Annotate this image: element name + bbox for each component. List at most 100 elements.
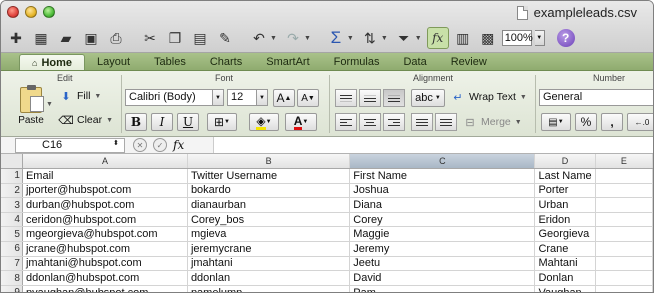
cell[interactable]: jporter@hubspot.com [22, 183, 188, 199]
percent-style-button[interactable]: % [575, 113, 597, 131]
cell[interactable]: Eridon [534, 212, 596, 228]
row-header[interactable]: 4 [1, 212, 23, 228]
tab-formulas[interactable]: Formulas [322, 54, 392, 70]
column-header-a[interactable]: A [22, 154, 188, 170]
cell[interactable]: Last Name [534, 168, 596, 184]
cell[interactable]: pvaughan@hubspot.com [22, 285, 188, 292]
row-header[interactable]: 3 [1, 197, 23, 213]
autosum-dropdown-icon[interactable]: ▼ [347, 35, 354, 42]
tab-data[interactable]: Data [391, 54, 438, 70]
fill-color-button[interactable]: ◈ ▼ [249, 113, 279, 131]
tab-charts[interactable]: Charts [198, 54, 254, 70]
zoom-window-button[interactable] [43, 6, 55, 18]
cell[interactable] [595, 256, 653, 272]
minimize-window-button[interactable] [25, 6, 37, 18]
row-header[interactable]: 6 [1, 241, 23, 257]
cell[interactable]: dianaurban [187, 197, 351, 213]
tab-review[interactable]: Review [439, 54, 499, 70]
font-name-field[interactable]: Calibri (Body) [125, 89, 213, 106]
column-header-d[interactable]: D [534, 154, 596, 170]
cell[interactable]: Urban [534, 197, 596, 213]
cell[interactable]: Corey_bos [187, 212, 351, 228]
name-box-stepper-icon[interactable]: ⬍ [113, 139, 119, 147]
align-center-button[interactable] [359, 113, 381, 131]
select-all-corner[interactable] [1, 154, 23, 170]
close-window-button[interactable] [7, 6, 19, 18]
font-color-button[interactable]: A ▼ [285, 113, 317, 131]
autosum-icon[interactable]: Σ [325, 27, 347, 49]
align-bottom-button[interactable] [383, 89, 405, 107]
comma-style-button[interactable]: , [601, 113, 623, 131]
cancel-entry-icon[interactable]: ✕ [133, 138, 147, 152]
cell[interactable]: Vaughan [534, 285, 596, 292]
row-header[interactable]: 5 [1, 226, 23, 243]
cell[interactable] [595, 226, 653, 243]
filter-dropdown-icon[interactable]: ▼ [415, 35, 422, 42]
cell[interactable]: Donlan [534, 270, 596, 286]
formula-input[interactable] [213, 137, 653, 153]
cut-icon[interactable]: ✂ [139, 27, 161, 49]
cell[interactable] [595, 168, 653, 184]
cell[interactable]: ddonlan [187, 270, 351, 286]
undo-icon[interactable]: ↶ [248, 27, 270, 49]
cell[interactable]: Maggie [349, 226, 536, 243]
cell[interactable]: Crane [534, 241, 596, 257]
italic-button[interactable]: I [151, 113, 173, 131]
print-icon[interactable]: ⎙ [105, 27, 127, 49]
tab-tables[interactable]: Tables [142, 54, 198, 70]
tab-smartart[interactable]: SmartArt [254, 54, 321, 70]
cell[interactable]: durban@hubspot.com [22, 197, 188, 213]
sort-dropdown-icon[interactable]: ▼ [381, 35, 388, 42]
gallery-icon[interactable]: ▥ [452, 27, 474, 49]
new-workbook-icon[interactable]: ✚ [5, 27, 27, 49]
cell[interactable]: jcrane@hubspot.com [22, 241, 188, 257]
cell[interactable]: Email [22, 168, 188, 184]
cell[interactable]: jeremycrane [187, 241, 351, 257]
open-folder-icon[interactable]: ▰ [55, 27, 77, 49]
font-name-dropdown-icon[interactable]: ▼ [212, 89, 224, 106]
cell[interactable]: Georgieva [534, 226, 596, 243]
filter-icon[interactable]: ⏷ [393, 27, 415, 49]
paste-icon[interactable]: ▤ [189, 27, 211, 49]
align-left-button[interactable] [335, 113, 357, 131]
tab-layout[interactable]: Layout [85, 54, 142, 70]
align-top-button[interactable] [335, 89, 357, 107]
cell[interactable] [595, 183, 653, 199]
cell[interactable]: jmahtani [187, 256, 351, 272]
templates-icon[interactable]: ▦ [30, 27, 52, 49]
align-middle-button[interactable] [359, 89, 381, 107]
merge-button[interactable]: ⊟ Merge ▼ [463, 115, 521, 129]
wrap-text-button[interactable]: ↵ Wrap Text ▼ [451, 90, 526, 104]
cell[interactable]: ddonlan@hubspot.com [22, 270, 188, 286]
underline-button[interactable]: U [177, 113, 199, 131]
font-size-dropdown-icon[interactable]: ▼ [256, 89, 268, 106]
cell[interactable]: Corey [349, 212, 536, 228]
cell[interactable]: pamelump [187, 285, 351, 292]
cell[interactable]: Twitter Username [187, 168, 351, 184]
cell[interactable] [595, 197, 653, 213]
cell[interactable] [595, 270, 653, 286]
column-header-e[interactable]: E [595, 154, 653, 170]
row-header[interactable]: 2 [1, 183, 23, 199]
cell[interactable]: bokardo [187, 183, 351, 199]
formula-builder-icon[interactable]: fx [426, 27, 449, 49]
cell[interactable] [595, 241, 653, 257]
cell[interactable]: Jeremy [349, 241, 536, 257]
save-icon[interactable]: ▣ [80, 27, 102, 49]
cell[interactable]: Pam [349, 285, 536, 292]
cell[interactable] [595, 212, 653, 228]
cell[interactable]: ceridon@hubspot.com [22, 212, 188, 228]
cell[interactable]: Diana [349, 197, 536, 213]
font-size-field[interactable]: 12 [227, 89, 257, 106]
cell[interactable] [595, 285, 653, 292]
cell[interactable]: First Name [349, 168, 536, 184]
cell[interactable]: mgieva [187, 226, 351, 243]
cell[interactable]: Mahtani [534, 256, 596, 272]
insert-function-icon[interactable]: fx [173, 138, 184, 152]
copy-icon[interactable]: ❐ [164, 27, 186, 49]
borders-button[interactable]: ⊞ ▼ [207, 113, 237, 131]
redo-dropdown-icon[interactable]: ▼ [304, 35, 311, 42]
fill-button[interactable]: ⬇ Fill ▼ [59, 89, 101, 103]
decrease-indent-button[interactable] [411, 113, 433, 131]
increase-indent-button[interactable] [435, 113, 457, 131]
